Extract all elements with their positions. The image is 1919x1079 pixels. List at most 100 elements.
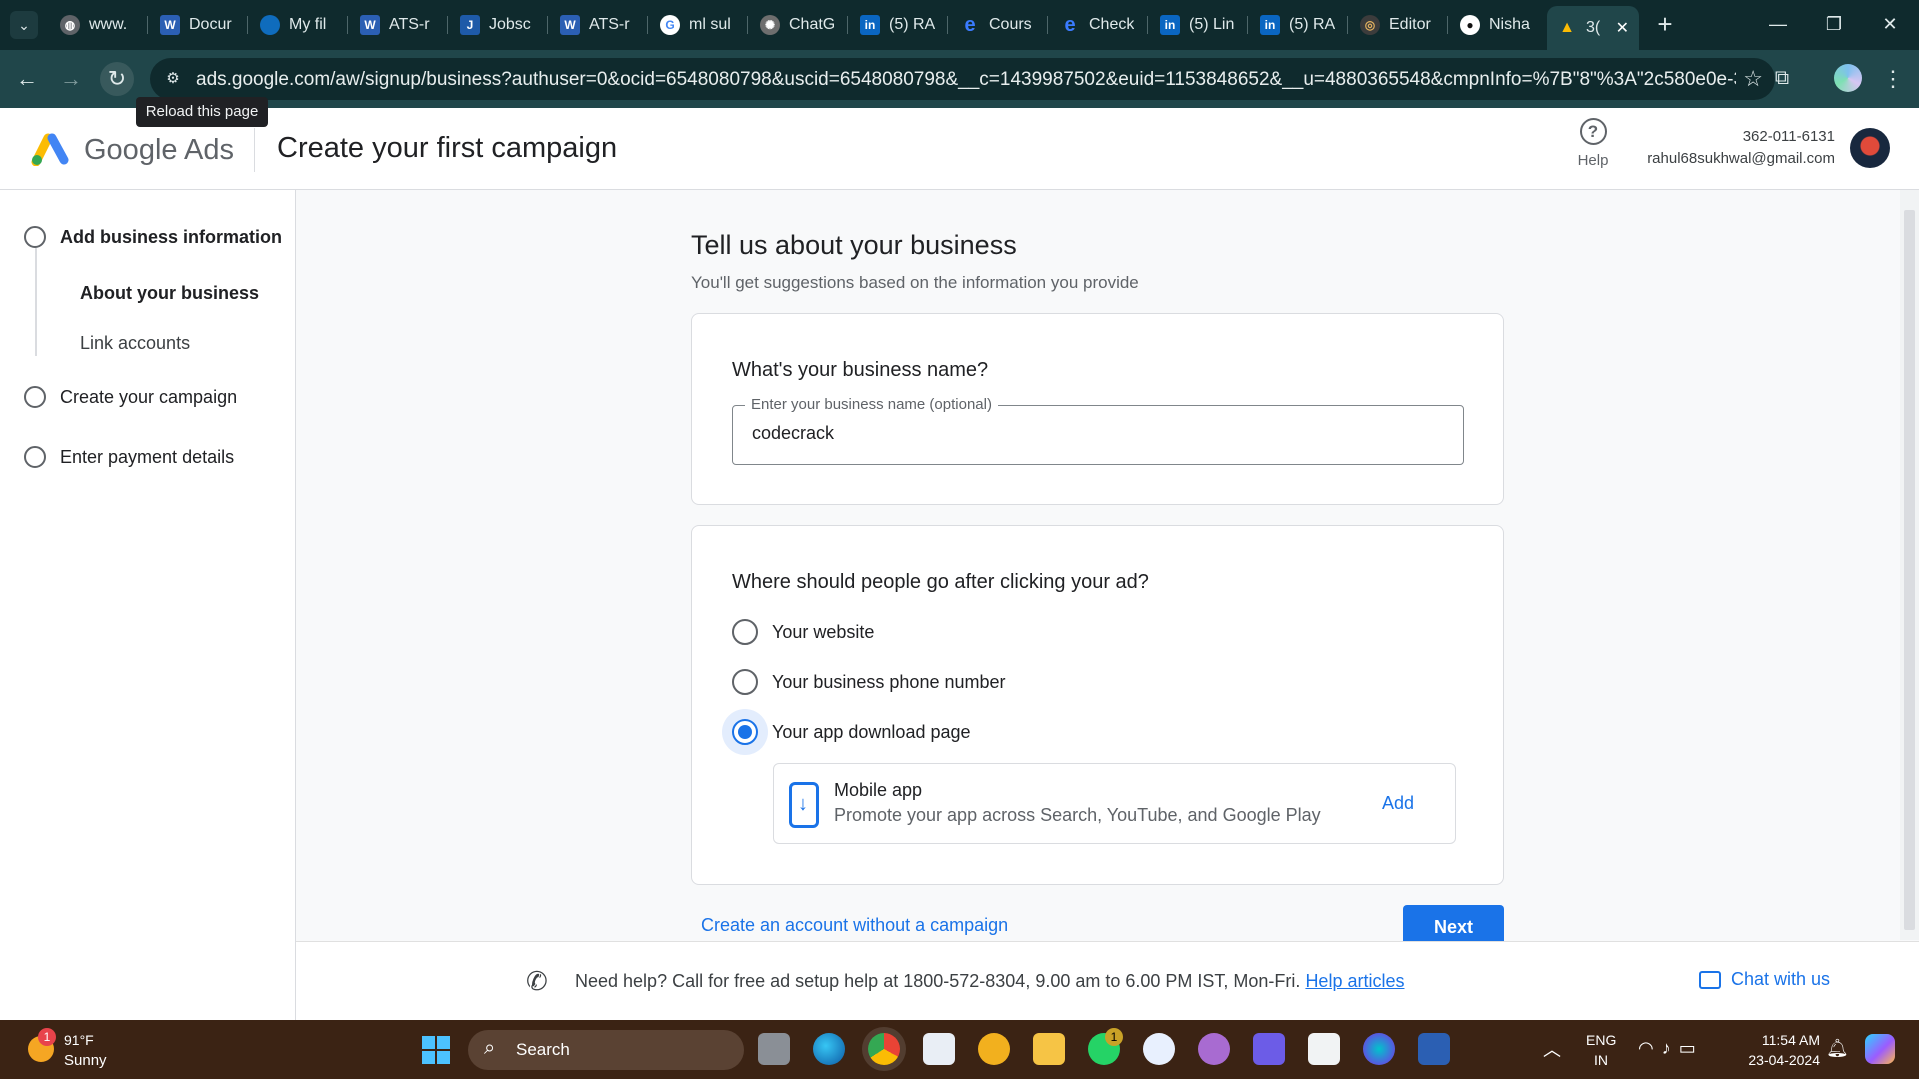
browser-tab[interactable]: in (5) Lin [1150,6,1240,44]
coursera-e-icon: e [1064,13,1076,36]
account-email: rahul68sukhwal@gmail.com [1647,150,1835,167]
browser-menu-icon[interactable]: ⋮ [1880,62,1906,96]
coursera-e-icon: e [964,13,976,36]
browser-tab[interactable]: in (5) RA [1250,6,1340,44]
battery-icon[interactable]: ▭ [1679,1038,1704,1058]
taskbar-search[interactable]: ⌕ Search [468,1030,744,1070]
account-avatar[interactable] [1850,128,1890,168]
globe-icon: ◍ [60,15,80,35]
obs-icon[interactable] [1198,1033,1230,1065]
scrollbar-thumb[interactable] [1904,210,1915,930]
url-text[interactable]: ads.google.com/aw/signup/business?authus… [196,69,1736,91]
profile-avatar[interactable] [1834,64,1862,92]
option-your-website[interactable]: Your website [732,619,874,645]
system-tray-icons[interactable]: ◠♪▭ [1638,1038,1704,1059]
account-id: 362-011-6131 [1742,128,1835,145]
brand-name: Google Ads [84,134,234,166]
help-button[interactable]: ? Help [1570,118,1616,169]
show-hidden-icons[interactable]: ︿ [1543,1036,1561,1062]
browser-tab[interactable]: J Jobsc [450,6,540,44]
browser-tab[interactable]: G ml sul [650,6,740,44]
microsoft-store-icon[interactable] [923,1033,955,1065]
windows-start-icon[interactable] [422,1036,450,1064]
address-bar[interactable]: ⚙ ads.google.com/aw/signup/business?auth… [150,58,1775,100]
close-window-icon[interactable]: ✕ [1862,8,1918,40]
destination-question: Where should people go after clicking yo… [732,571,1149,593]
create-account-without-campaign-link[interactable]: Create an account without a campaign [701,915,1008,936]
help-articles-link[interactable]: Help articles [1305,971,1404,991]
word-icon: W [160,15,180,35]
business-name-input[interactable] [752,423,1442,444]
step-circle-icon [24,386,46,408]
browser-tab[interactable]: e Cours [950,6,1040,44]
setup-steps-sidebar: Add business information About your busi… [0,190,296,1020]
browser-tab[interactable]: ✺ ChatG [750,6,840,44]
close-tab-icon[interactable]: ✕ [1616,18,1629,38]
bookmark-star-icon[interactable]: ☆ [1743,66,1763,92]
step-create-your-campaign[interactable]: Create your campaign [24,386,237,408]
step-enter-payment-details[interactable]: Enter payment details [24,446,234,468]
chat-with-us-button[interactable]: Chat with us [1699,969,1830,990]
tab-search-button[interactable]: ⌄ [10,11,38,39]
weather-temperature[interactable]: 91°F [64,1032,94,1048]
site-info-icon[interactable]: ⚙ [160,66,186,92]
medal-icon[interactable] [978,1033,1010,1065]
extensions-icon[interactable]: ⧉ [1767,63,1797,93]
linkedin-icon: in [1160,15,1180,35]
volume-icon[interactable]: ♪ [1662,1038,1679,1058]
help-text: Need help? Call for free ad setup help a… [575,971,1405,991]
step-add-business-information[interactable]: Add business information [24,226,282,248]
browser-tab[interactable]: My fil [250,6,340,44]
weather-description[interactable]: Sunny [64,1052,107,1069]
onedrive-icon [260,15,280,35]
substep-about-your-business[interactable]: About your business [80,283,259,304]
edge-icon[interactable] [813,1033,845,1065]
browser-tab[interactable]: W ATS-r [350,6,440,44]
app-a-icon[interactable] [1143,1033,1175,1065]
language-indicator[interactable]: ENG [1586,1032,1616,1048]
business-name-field-label: Enter your business name (optional) [745,396,998,413]
search-icon: ⌕ [484,1037,496,1059]
option-business-phone[interactable]: Your business phone number [732,669,1006,695]
add-app-button[interactable]: Add [1382,793,1414,814]
radio-button[interactable] [732,619,758,645]
clock-time[interactable]: 11:54 AM [1750,1032,1820,1048]
browser-tab[interactable]: ◍ www. [50,6,140,44]
copilot-icon[interactable] [1865,1034,1895,1064]
page-scrollbar[interactable] [1900,190,1919,940]
reload-icon[interactable]: ↻ [100,62,134,96]
option-app-download-page[interactable]: Your app download page [732,719,971,745]
step-circle-icon [24,446,46,468]
business-name-field[interactable]: Enter your business name (optional) [732,396,1464,465]
file-explorer-icon[interactable] [1033,1033,1065,1065]
restore-icon[interactable]: ❐ [1806,8,1862,40]
radio-button[interactable] [732,669,758,695]
browser-tab[interactable]: ◎ Editor [1350,6,1440,44]
notifications-bell-icon[interactable]: 🔔︎ [1826,1038,1849,1059]
power-automate-icon[interactable] [1253,1033,1285,1065]
browser-tab[interactable]: W ATS-r [550,6,640,44]
word-icon[interactable] [1418,1033,1450,1065]
forward-icon[interactable]: → [54,62,88,96]
mobile-app-title: Mobile app [834,780,923,800]
chrome-icon[interactable] [868,1033,900,1065]
clock-date[interactable]: 23-04-2024 [1738,1052,1820,1068]
radio-button-selected[interactable] [732,719,758,745]
substep-link-accounts[interactable]: Link accounts [80,333,190,354]
browser-tab[interactable]: in (5) RA [850,6,940,44]
task-view-icon[interactable] [758,1033,790,1065]
browser-tab[interactable]: W Docur [150,6,240,44]
new-tab-button[interactable]: + [1650,10,1680,40]
canva-icon[interactable] [1363,1033,1395,1065]
snipping-tool-icon[interactable] [1308,1033,1340,1065]
wifi-icon[interactable]: ◠ [1638,1038,1662,1058]
back-icon[interactable]: ← [10,62,44,96]
browser-tab-active[interactable]: ▲ 3( ✕ [1547,6,1639,50]
phone-download-icon [789,782,819,828]
help-bar: ✆ Need help? Call for free ad setup help… [296,941,1919,1020]
minimize-icon[interactable]: — [1750,8,1806,40]
browser-tab-strip: ⌄ ◍ www. W Docur My fil W ATS-r J Jobsc … [0,0,1919,50]
github-icon: ● [1460,15,1480,35]
browser-tab[interactable]: ● Nisha [1450,6,1540,44]
browser-tab[interactable]: e Check [1050,6,1140,44]
